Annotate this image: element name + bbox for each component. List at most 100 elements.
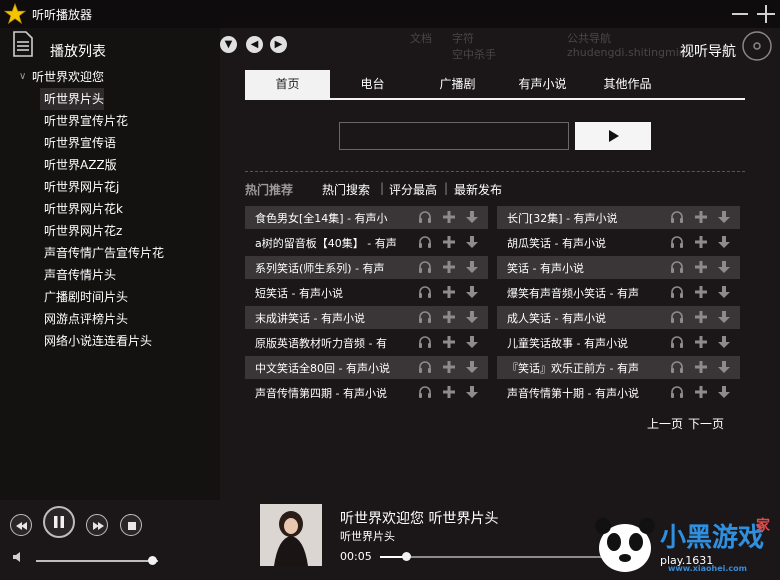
list-item-title[interactable]: 系列笑话(师生系列) - 有声	[255, 260, 409, 276]
headphones-icon[interactable]	[670, 310, 684, 324]
tab-audio-novel[interactable]: 有声小说	[500, 70, 585, 98]
list-item[interactable]: 中文笑话全80回 - 有声小说	[245, 356, 488, 379]
plus-icon[interactable]	[442, 210, 456, 224]
download-icon[interactable]	[465, 210, 479, 224]
headphones-icon[interactable]	[670, 210, 684, 224]
plus-icon[interactable]	[694, 310, 708, 324]
headphones-icon[interactable]	[670, 235, 684, 249]
next-page-link[interactable]: 下一页	[688, 415, 724, 432]
list-item-title[interactable]: 笑话 - 有声小说	[507, 260, 661, 276]
plus-icon[interactable]	[694, 235, 708, 249]
headphones-icon[interactable]	[418, 260, 432, 274]
list-item-title[interactable]: 胡瓜笑话 - 有声小说	[507, 235, 661, 251]
chevron-down-icon[interactable]: ∨	[19, 71, 26, 82]
list-item[interactable]: 笑话 - 有声小说	[497, 256, 740, 279]
progress-bar[interactable]	[380, 556, 620, 558]
headphones-icon[interactable]	[418, 335, 432, 349]
list-item-title[interactable]: 原版英语教材听力音频 - 有	[255, 335, 409, 351]
filter-latest[interactable]: 最新发布	[454, 181, 502, 198]
plus-icon[interactable]	[442, 285, 456, 299]
playlist-item[interactable]: 听世界宣传片花	[40, 110, 218, 132]
rewind-button[interactable]	[10, 514, 32, 536]
list-item-title[interactable]: 末成讲笑话 - 有声小说	[255, 310, 409, 326]
volume-slider[interactable]	[36, 560, 158, 562]
headphones-icon[interactable]	[418, 360, 432, 374]
download-icon[interactable]	[465, 310, 479, 324]
plus-icon[interactable]	[442, 360, 456, 374]
headphones-icon[interactable]	[418, 210, 432, 224]
download-icon[interactable]	[465, 360, 479, 374]
playlist-item[interactable]: 听世界宣传语	[40, 132, 218, 154]
playlist-item[interactable]: 听世界网片花j	[40, 176, 218, 198]
plus-icon[interactable]	[442, 310, 456, 324]
expand-icon[interactable]	[757, 5, 775, 23]
download-icon[interactable]	[717, 210, 731, 224]
download-icon[interactable]	[717, 235, 731, 249]
download-icon[interactable]	[717, 285, 731, 299]
list-item-title[interactable]: 『笑话』欢乐正前方 - 有声	[507, 360, 661, 376]
list-item[interactable]: 原版英语教材听力音频 - 有	[245, 331, 488, 354]
search-play-button[interactable]	[575, 122, 651, 150]
download-icon[interactable]	[465, 285, 479, 299]
volume-handle[interactable]	[147, 556, 157, 565]
playlist-item[interactable]: 声音传情广告宣传片花	[40, 242, 218, 264]
search-input[interactable]	[339, 122, 569, 150]
plus-icon[interactable]	[694, 260, 708, 274]
tab-other-works[interactable]: 其他作品	[585, 70, 670, 98]
plus-icon[interactable]	[694, 385, 708, 399]
playlist-item[interactable]: 听世界网片花k	[40, 198, 218, 220]
headphones-icon[interactable]	[418, 310, 432, 324]
playlist-item[interactable]: 听世界网片花z	[40, 220, 218, 242]
list-item-title[interactable]: 短笑话 - 有声小说	[255, 285, 409, 301]
list-item-title[interactable]: 成人笑话 - 有声小说	[507, 310, 661, 326]
plus-icon[interactable]	[694, 285, 708, 299]
plus-icon[interactable]	[694, 360, 708, 374]
download-icon[interactable]	[717, 310, 731, 324]
list-item-title[interactable]: 声音传情第十期 - 有声小说	[507, 385, 661, 401]
tab-radio-drama[interactable]: 广播剧	[415, 70, 500, 98]
plus-icon[interactable]	[694, 210, 708, 224]
headphones-icon[interactable]	[670, 360, 684, 374]
list-item[interactable]: 食色男女[全14集] - 有声小	[245, 206, 488, 229]
list-item-title[interactable]: 儿童笑话故事 - 有声小说	[507, 335, 661, 351]
plus-icon[interactable]	[442, 385, 456, 399]
playlist-item[interactable]: 广播剧时间片头	[40, 286, 218, 308]
fast-forward-button[interactable]	[86, 514, 108, 536]
progress-handle[interactable]	[402, 552, 412, 561]
headphones-icon[interactable]	[418, 235, 432, 249]
download-icon[interactable]	[465, 260, 479, 274]
forward-icon[interactable]: ▶	[270, 36, 287, 53]
list-item[interactable]: 声音传情第四期 - 有声小说	[245, 381, 488, 404]
back-icon[interactable]: ◀	[246, 36, 263, 53]
list-item-title[interactable]: 声音传情第四期 - 有声小说	[255, 385, 409, 401]
list-item-title[interactable]: 食色男女[全14集] - 有声小	[255, 210, 409, 226]
filter-hot-search[interactable]: 热门搜索	[322, 181, 370, 198]
list-item[interactable]: 爆笑有声音频小笑话 - 有声	[497, 281, 740, 304]
download-icon[interactable]	[465, 235, 479, 249]
volume-icon[interactable]	[12, 550, 26, 564]
list-item-title[interactable]: 爆笑有声音频小笑话 - 有声	[507, 285, 661, 301]
plus-icon[interactable]	[694, 335, 708, 349]
list-item-title[interactable]: 中文笑话全80回 - 有声小说	[255, 360, 409, 376]
disc-icon[interactable]	[741, 30, 773, 62]
download-icon[interactable]	[717, 260, 731, 274]
list-item[interactable]: 系列笑话(师生系列) - 有声	[245, 256, 488, 279]
list-item-title[interactable]: 长门[32集] - 有声小说	[507, 210, 661, 226]
playlist-item[interactable]: 声音传情片头	[40, 264, 218, 286]
list-item[interactable]: a树的留音板【40集】 - 有声	[245, 231, 488, 254]
list-item[interactable]: 胡瓜笑话 - 有声小说	[497, 231, 740, 254]
list-item[interactable]: 儿童笑话故事 - 有声小说	[497, 331, 740, 354]
list-item-title[interactable]: a树的留音板【40集】 - 有声	[255, 235, 409, 251]
download-icon[interactable]	[717, 335, 731, 349]
headphones-icon[interactable]	[670, 260, 684, 274]
download-icon[interactable]	[717, 385, 731, 399]
stop-button[interactable]	[120, 514, 142, 536]
plus-icon[interactable]	[442, 260, 456, 274]
tab-home[interactable]: 首页	[245, 70, 330, 98]
prev-page-link[interactable]: 上一页	[647, 415, 683, 432]
list-item[interactable]: 声音传情第十期 - 有声小说	[497, 381, 740, 404]
dropdown-icon[interactable]: ▼	[220, 36, 237, 53]
playlist-item[interactable]: 听世界片头	[40, 88, 104, 110]
list-item[interactable]: 末成讲笑话 - 有声小说	[245, 306, 488, 329]
download-icon[interactable]	[717, 360, 731, 374]
